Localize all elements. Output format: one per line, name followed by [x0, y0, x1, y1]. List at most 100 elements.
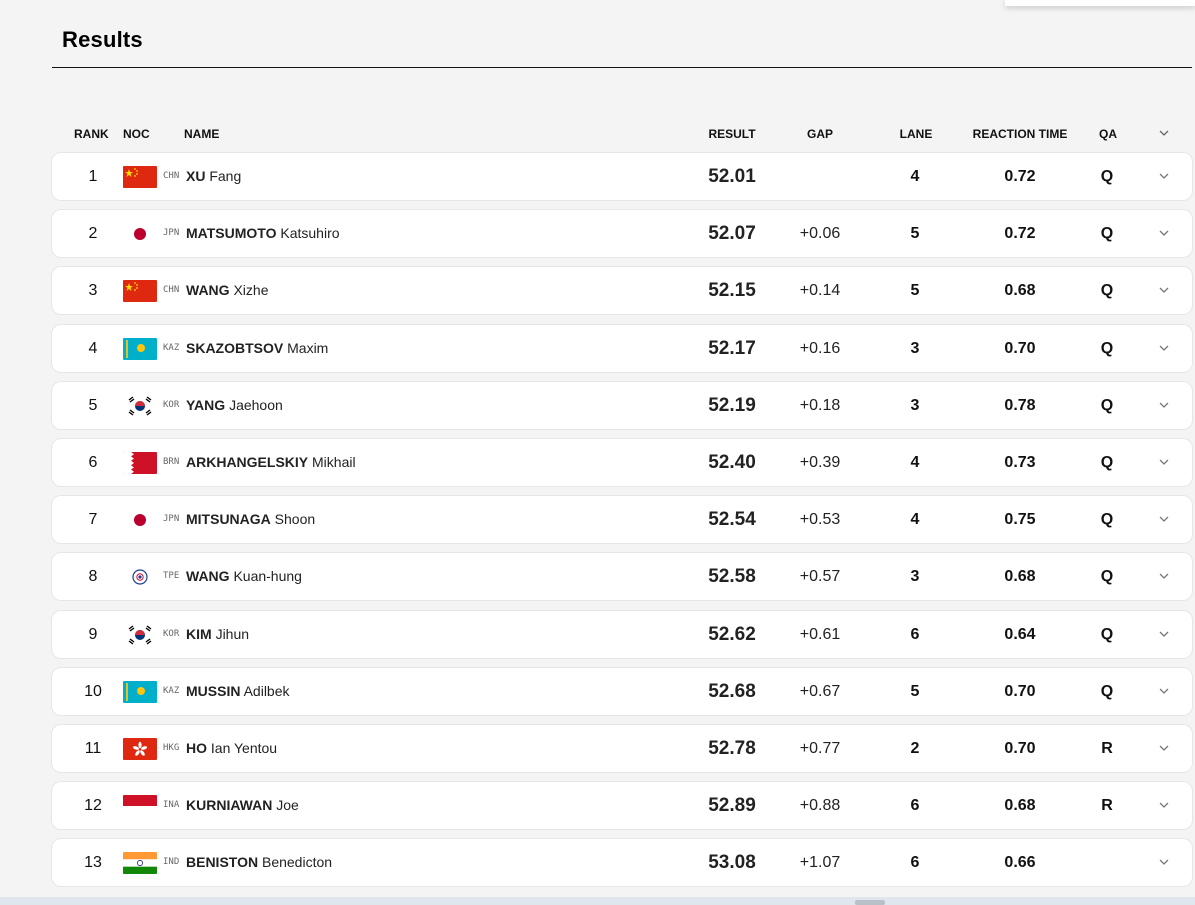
result: 52.78: [708, 738, 756, 759]
result-row[interactable]: 6 BRN ARKHANGELSKIY Mikhail 52.40 +0.39 4 0.73…: [52, 439, 1192, 486]
flag-icon: [123, 795, 157, 817]
gap: +0.14: [799, 282, 841, 299]
page-title: Results: [62, 27, 143, 52]
athlete-name[interactable]: MATSUMOTO Katsuhiro: [186, 210, 340, 257]
athlete-first-name: Xizhe: [233, 282, 269, 298]
rank: 5: [88, 397, 98, 414]
chevron-down-icon[interactable]: [1157, 285, 1171, 295]
chevron-down-icon[interactable]: [1157, 343, 1171, 353]
result: 52.01: [708, 166, 756, 187]
header-name: NAME: [184, 127, 220, 141]
athlete-name[interactable]: YANG Jaehoon: [186, 382, 283, 429]
athlete-name[interactable]: WANG Xizhe: [186, 267, 268, 314]
chevron-down-icon[interactable]: [1157, 228, 1171, 238]
flag-icon: [123, 566, 157, 588]
result-row[interactable]: 11 HKG HO Ian Yentou 52.78 +0.77 2 0.70 R: [52, 725, 1192, 772]
chevron-down-icon[interactable]: [1157, 171, 1171, 181]
chevron-down-icon[interactable]: [1157, 800, 1171, 810]
rank: 13: [84, 854, 102, 871]
athlete-first-name: Shoon: [274, 511, 316, 527]
athlete-first-name: Fang: [209, 168, 242, 184]
result: 52.89: [708, 795, 756, 816]
lane: 3: [910, 568, 920, 585]
athlete-name[interactable]: WANG Kuan-hung: [186, 553, 302, 600]
noc-code: KOR: [163, 400, 180, 410]
chevron-down-icon[interactable]: [1157, 686, 1171, 696]
athlete-first-name: Maxim: [287, 340, 329, 356]
athlete-first-name: Jaehoon: [229, 397, 283, 413]
athlete-name[interactable]: ARKHANGELSKIY Mikhail: [186, 439, 356, 486]
athlete-last-name: WANG: [186, 568, 230, 584]
qa: R: [1101, 740, 1113, 757]
result: 52.15: [708, 280, 756, 301]
qa: Q: [1100, 340, 1114, 357]
gap: +0.61: [799, 626, 841, 643]
athlete-name[interactable]: HO Ian Yentou: [186, 725, 277, 772]
athlete-last-name: ARKHANGELSKIY: [186, 454, 309, 470]
athlete-name[interactable]: XU Fang: [186, 153, 241, 200]
reaction-time: 0.72: [1004, 225, 1036, 242]
result-row[interactable]: 12 INA KURNIAWAN Joe 52.89 +0.88 6 0.68 R: [52, 782, 1192, 829]
chevron-down-icon[interactable]: [1157, 514, 1171, 524]
result-row[interactable]: 1 CHN XU Fang 52.01 4 0.72 Q: [52, 153, 1192, 200]
result: 52.17: [708, 338, 756, 359]
athlete-name[interactable]: MITSUNAGA Shoon: [186, 496, 315, 543]
chevron-down-icon[interactable]: [1157, 743, 1171, 753]
result-row[interactable]: 9 KOR KIM Jihun 52.62 +0.61 6 0.64 Q: [52, 611, 1192, 658]
noc-code: JPN: [163, 514, 180, 524]
gap: +0.77: [799, 740, 841, 757]
result-row[interactable]: 5 KOR YANG Jaehoon 52.19 +0.18 3 0.78 Q: [52, 382, 1192, 429]
athlete-name[interactable]: KURNIAWAN Joe: [186, 782, 299, 829]
athlete-name[interactable]: KIM Jihun: [186, 611, 249, 658]
result: 52.58: [708, 566, 756, 587]
athlete-first-name: Ian Yentou: [210, 740, 278, 756]
athlete-last-name: YANG: [186, 397, 226, 413]
athlete-last-name: BENISTON: [186, 854, 259, 870]
qa: Q: [1100, 626, 1114, 643]
athlete-name[interactable]: SKAZOBTSOV Maxim: [186, 325, 328, 372]
chevron-down-icon[interactable]: [1157, 457, 1171, 467]
chevron-down-icon[interactable]: [1157, 400, 1171, 410]
result-row[interactable]: 7 JPN MITSUNAGA Shoon 52.54 +0.53 4 0.75 Q: [52, 496, 1192, 543]
reaction-time: 0.64: [1004, 626, 1036, 643]
overlay-edge: [1005, 0, 1195, 6]
rank: 4: [88, 340, 98, 357]
header-reaction-time: REACTION TIME: [972, 127, 1068, 141]
noc-code: IND: [163, 857, 180, 867]
result: 52.68: [708, 681, 756, 702]
athlete-last-name: XU: [186, 168, 206, 184]
rank: 7: [88, 511, 98, 528]
athlete-name[interactable]: MUSSIN Adilbek: [186, 668, 290, 715]
result-row[interactable]: 4 KAZ SKAZOBTSOV Maxim 52.17 +0.16 3 0.70 Q: [52, 325, 1192, 372]
chevron-down-icon[interactable]: [1157, 571, 1171, 581]
result-row[interactable]: 2 JPN MATSUMOTO Katsuhiro 52.07 +0.06 5 0.72 Q: [52, 210, 1192, 257]
reaction-time: 0.70: [1004, 340, 1036, 357]
rank: 6: [88, 454, 98, 471]
result-row[interactable]: 13 IND BENISTON Benedicton 53.08 +1.07 6 0.66: [52, 839, 1192, 886]
lane: 6: [910, 797, 920, 814]
flag-icon: [123, 738, 157, 760]
header-gap: GAP: [806, 127, 834, 141]
lane: 3: [910, 397, 920, 414]
result-row[interactable]: 8 TPE WANG Kuan-hung 52.58 +0.57 3 0.68 Q: [52, 553, 1192, 600]
athlete-last-name: MATSUMOTO: [186, 225, 277, 241]
result: 52.54: [708, 509, 756, 530]
athlete-name[interactable]: BENISTON Benedicton: [186, 839, 332, 886]
gap: +0.39: [799, 454, 841, 471]
athlete-first-name: Benedicton: [261, 854, 333, 870]
noc-code: JPN: [163, 228, 180, 238]
results-page: Results RANK NOC NAME RESULT GAP LANE RE…: [0, 0, 1195, 905]
result-row[interactable]: 3 CHN WANG Xizhe 52.15 +0.14 5 0.68 Q: [52, 267, 1192, 314]
result-row[interactable]: 10 KAZ MUSSIN Adilbek 52.68 +0.67 5 0.70 Q: [52, 668, 1192, 715]
chevron-down-icon[interactable]: [1157, 857, 1171, 867]
athlete-first-name: Jihun: [215, 626, 250, 642]
athlete-last-name: KURNIAWAN: [186, 797, 273, 813]
flag-icon: [123, 681, 157, 703]
lane: 4: [910, 511, 920, 528]
athlete-first-name: Kuan-hung: [233, 568, 302, 584]
qa: R: [1101, 797, 1113, 814]
lane: 6: [910, 854, 920, 871]
expand-all-chevron-icon[interactable]: [1157, 128, 1171, 138]
chevron-down-icon[interactable]: [1157, 629, 1171, 639]
header-qa: QA: [1099, 127, 1117, 141]
